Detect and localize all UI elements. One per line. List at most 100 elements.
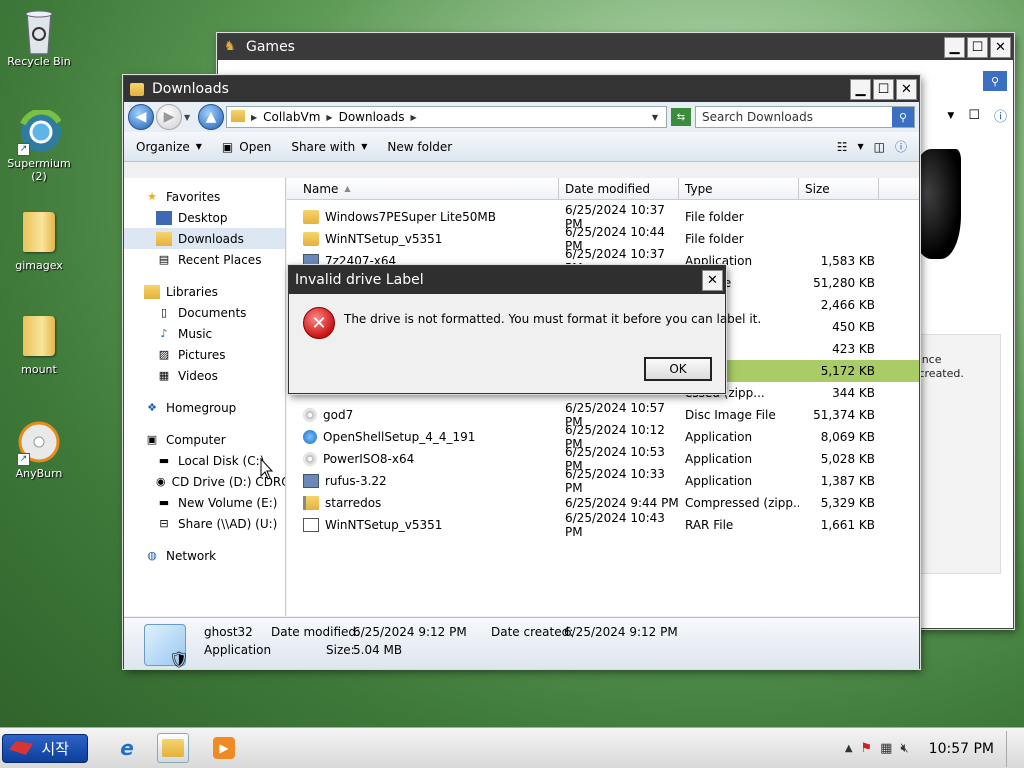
chevron-down-icon[interactable]: ▼: [857, 142, 863, 151]
explorer-taskbar-icon[interactable]: [157, 733, 189, 763]
up-button[interactable]: ▲: [198, 104, 224, 130]
address-dropdown-icon[interactable]: ▼: [652, 113, 658, 122]
address-bar[interactable]: ▶ CollabVm ▶ Downloads ▶ ▼: [226, 106, 667, 128]
breadcrumb-item[interactable]: Downloads: [339, 110, 405, 124]
search-icon[interactable]: ⚲: [892, 107, 914, 127]
show-desktop-button[interactable]: [1006, 730, 1014, 767]
search-icon[interactable]: ⚲: [983, 71, 1007, 91]
desktop-icon-recycle-bin[interactable]: Recycle Bin: [0, 8, 78, 68]
preview-pane-icon[interactable]: ☐: [968, 108, 980, 123]
nav-computer[interactable]: ▣ Computer: [124, 429, 285, 450]
nav-favorites[interactable]: ★ Favorites: [124, 186, 285, 207]
show-hidden-icons-icon[interactable]: ▲: [845, 743, 853, 754]
organize-button[interactable]: Organize ▼: [136, 140, 202, 154]
new-folder-button[interactable]: New folder: [387, 140, 452, 154]
nav-pictures[interactable]: ▨ Pictures: [124, 344, 285, 365]
share-with-label: Share with: [291, 139, 356, 154]
share-with-button[interactable]: Share with ▼: [291, 140, 367, 154]
window-title: Games: [246, 39, 295, 55]
explorer-titlebar[interactable]: Downloads ▁ ☐ ✕: [124, 76, 919, 102]
start-button[interactable]: 시작: [2, 734, 88, 763]
file-date: 6/25/2024 10:43 PM: [565, 511, 665, 539]
forward-button[interactable]: ▶: [156, 104, 182, 130]
minimize-button[interactable]: ▁: [850, 78, 871, 100]
recent-pages-dropdown[interactable]: ▼: [184, 113, 194, 122]
network-status-icon[interactable]: ▦: [880, 741, 892, 756]
file-size: 1,387 KB: [820, 474, 875, 488]
back-button[interactable]: ◀: [128, 104, 154, 130]
desktop-icon-anyburn[interactable]: ↗ AnyBurn: [0, 420, 78, 480]
nav-desktop[interactable]: Desktop: [124, 207, 285, 228]
nav-homegroup[interactable]: ❖ Homegroup: [124, 397, 285, 418]
open-button[interactable]: ▣ Open: [222, 140, 271, 154]
chevron-right-icon[interactable]: ▶: [251, 113, 257, 122]
nav-videos[interactable]: ▦ Videos: [124, 365, 285, 386]
open-icon: ▣: [221, 139, 234, 154]
maximize-button[interactable]: ☐: [967, 36, 988, 58]
details-filename: ghost32: [204, 625, 253, 639]
nav-share[interactable]: ⊟ Share (\\AD) (U:): [124, 513, 285, 534]
dialog-title: Invalid drive Label: [295, 272, 424, 288]
nav-label: Pictures: [178, 347, 226, 362]
games-titlebar[interactable]: ♞ Games ▁ ☐ ✕: [218, 34, 1013, 60]
desktop-icon-supermium[interactable]: ↗ Supermium (2): [0, 108, 78, 183]
search-input[interactable]: Search Downloads ⚲: [695, 106, 915, 128]
close-button[interactable]: ✕: [990, 36, 1011, 58]
shell-file-icon: [303, 430, 317, 444]
nav-label: Local Disk (C:): [178, 453, 265, 468]
window-title: Downloads: [152, 81, 229, 97]
action-center-icon[interactable]: ⚑: [861, 741, 873, 756]
column-date[interactable]: Date modified: [559, 178, 679, 199]
refresh-button[interactable]: ⇆: [671, 108, 691, 126]
start-label: 시작: [41, 740, 69, 758]
nav-recent-places[interactable]: ▤ Recent Places: [124, 249, 285, 270]
close-button[interactable]: ✕: [896, 78, 917, 100]
ok-button[interactable]: OK: [644, 357, 712, 381]
file-type: Application: [685, 430, 753, 444]
error-dialog[interactable]: Invalid drive Label ✕ ✕ The drive is not…: [288, 265, 761, 394]
chevron-right-icon[interactable]: ▶: [326, 113, 332, 122]
nav-downloads[interactable]: Downloads: [124, 228, 285, 249]
dialog-titlebar[interactable]: Invalid drive Label ✕: [289, 266, 725, 294]
details-size-label: Size:: [326, 643, 355, 657]
chevron-down-icon[interactable]: ▼: [947, 111, 954, 121]
nav-label: Music: [178, 326, 213, 341]
nav-network[interactable]: ◍ Network: [124, 545, 285, 566]
view-options-icon[interactable]: ☷: [837, 140, 848, 154]
music-icon: ♪: [160, 327, 168, 340]
column-label: Name: [303, 181, 339, 196]
file-name-cell: Windows7PESuper Lite50MB: [287, 210, 559, 224]
drive-icon: ▬: [158, 454, 170, 467]
nav-label: Homegroup: [166, 400, 237, 415]
internet-explorer-icon[interactable]: e: [111, 733, 143, 763]
nav-new-volume[interactable]: ▬ New Volume (E:): [124, 492, 285, 513]
desktop-icon-mount[interactable]: mount: [0, 316, 78, 376]
file-type: Application: [685, 452, 753, 466]
maximize-button[interactable]: ☐: [873, 78, 894, 100]
library-icon: [144, 284, 160, 299]
volume-muted-icon[interactable]: 🔇︎: [900, 741, 908, 756]
file-date: 6/25/2024 10:33 PM: [565, 467, 665, 495]
nav-libraries[interactable]: Libraries: [124, 281, 285, 302]
breadcrumb-item[interactable]: CollabVm: [263, 110, 320, 124]
nav-music[interactable]: ♪ Music: [124, 323, 285, 344]
minimize-button[interactable]: ▁: [944, 36, 965, 58]
nav-documents[interactable]: ▯ Documents: [124, 302, 285, 323]
desktop-icon-gimagex[interactable]: gimagex: [0, 212, 78, 272]
nav-label: Computer: [166, 432, 226, 447]
column-name[interactable]: Name ▲: [287, 178, 559, 199]
preview-pane-icon[interactable]: ◫: [874, 140, 885, 154]
address-row: ◀ ▶ ▼ ▲ ▶ CollabVm ▶ Downloads ▶ ▼ ⇆ Sea…: [124, 102, 919, 132]
help-icon[interactable]: ⓘ: [895, 138, 907, 155]
media-player-icon[interactable]: ▶: [208, 733, 240, 763]
file-type: Compressed (zipp...: [685, 496, 799, 510]
star-icon: ★: [147, 190, 157, 203]
chevron-right-icon[interactable]: ▶: [410, 113, 416, 122]
file-row[interactable]: rufus-3.22 6/25/2024 10:33 PM Application 1…: [287, 467, 919, 495]
close-button[interactable]: ✕: [702, 269, 723, 291]
column-type[interactable]: Type: [679, 178, 799, 199]
file-row[interactable]: WinNTSetup_v5351 6/25/2024 10:43 PM RAR Fi…: [287, 511, 919, 539]
help-icon[interactable]: ⓘ: [994, 106, 1007, 125]
column-size[interactable]: Size: [799, 178, 879, 199]
clock[interactable]: 10:57 PM: [929, 741, 994, 757]
